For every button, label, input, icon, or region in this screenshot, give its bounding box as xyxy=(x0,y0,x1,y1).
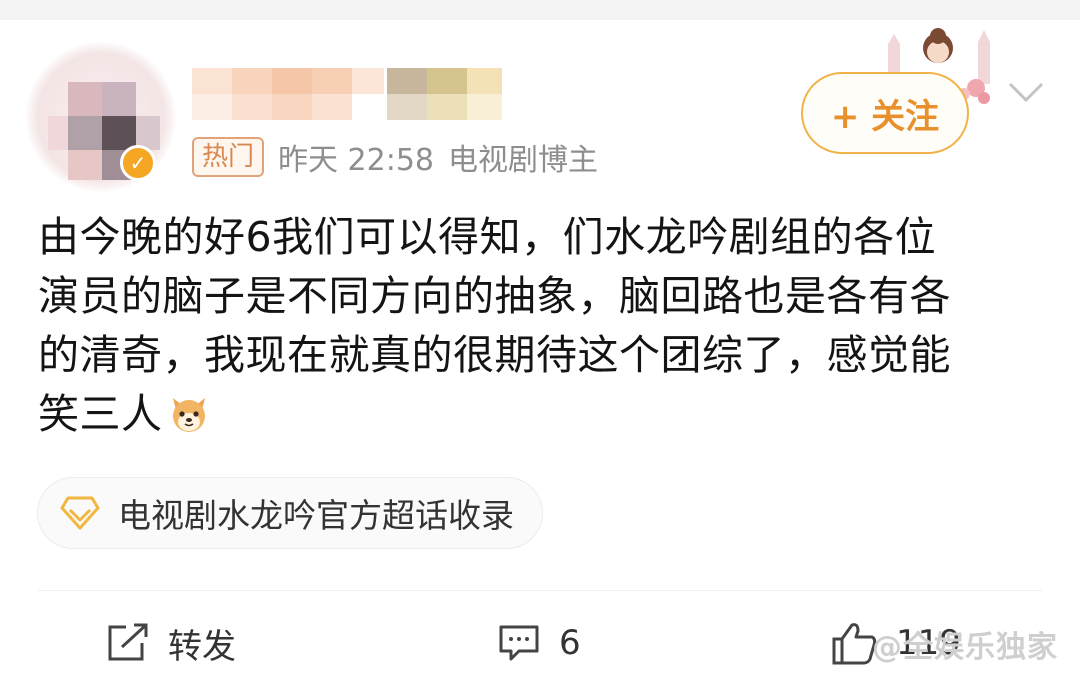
username-blur-block xyxy=(232,94,272,120)
avatar-pixel xyxy=(68,116,102,150)
super-topic-chip[interactable]: 电视剧水龙吟官方超话收录 xyxy=(37,477,543,549)
repost-button[interactable]: 转发 xyxy=(106,615,236,671)
username-blur-block xyxy=(387,94,427,120)
hot-badge[interactable]: 热门 xyxy=(192,137,265,177)
repost-icon xyxy=(108,623,148,661)
username-blur-block xyxy=(232,68,272,94)
username-blur-block xyxy=(192,68,232,94)
post-meta: 热门 昨天 22:58 电视剧博主 xyxy=(192,136,598,178)
username-blur-block xyxy=(312,68,352,94)
username-blur-block xyxy=(467,68,502,94)
username-blur-block xyxy=(387,68,427,94)
content-line: 演员的脑子是不同方向的抽象，脑回路也是各有各 xyxy=(38,272,951,320)
avatar-pixel xyxy=(102,82,136,116)
avatar-pixel xyxy=(68,82,102,116)
author-role: 电视剧博主 xyxy=(448,143,599,178)
post-content: 由今晚的好6我们可以得知，们水龙吟剧组的各位 演员的脑子是不同方向的抽象，脑回路… xyxy=(38,208,1048,444)
comment-count: 6 xyxy=(559,623,581,663)
content-line-last: 笑三人 xyxy=(38,385,1048,444)
divider xyxy=(38,590,1042,591)
username-blur-block xyxy=(352,68,384,94)
comment-button[interactable]: 6 xyxy=(497,615,581,671)
verified-badge-icon: ✓ xyxy=(120,145,156,181)
username-blur-block xyxy=(467,94,502,120)
username-blur-block xyxy=(272,94,312,120)
chevron-down-icon[interactable] xyxy=(1006,78,1046,108)
diamond-icon xyxy=(60,496,100,530)
thumbs-up-icon xyxy=(832,623,877,665)
repost-label: 转发 xyxy=(168,626,236,667)
follow-button[interactable]: + 关注 xyxy=(801,72,969,154)
post-time: 昨天 22:58 xyxy=(278,143,435,178)
avatar-pixel xyxy=(48,116,68,150)
username-blur-block xyxy=(272,68,312,94)
username-blur-block xyxy=(427,68,467,94)
content-line: 由今晚的好6我们可以得知，们水龙吟剧组的各位 xyxy=(38,213,937,261)
watermark: @全娱乐独家 xyxy=(872,630,1058,665)
content-line: 的清奇，我现在就真的很期待这个团综了，感觉能 xyxy=(38,331,951,379)
content-line: 笑三人 xyxy=(38,390,163,438)
super-topic-label: 电视剧水龙吟官方超话收录 xyxy=(118,496,514,535)
avatar-pixel xyxy=(68,150,102,180)
username-blurred[interactable] xyxy=(192,68,512,120)
username-blur-block xyxy=(427,94,467,120)
comment-icon xyxy=(499,625,539,661)
username-blur-block xyxy=(312,94,352,120)
dog-emoji-icon xyxy=(172,398,205,432)
username-blur-block xyxy=(192,94,232,120)
avatar-pixel xyxy=(102,116,136,150)
